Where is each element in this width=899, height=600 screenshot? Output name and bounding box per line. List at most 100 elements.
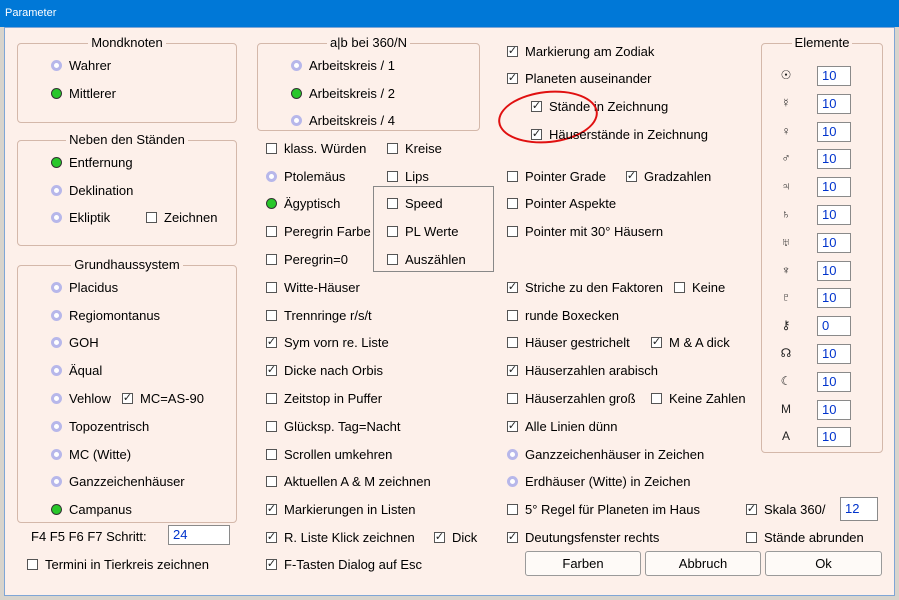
- radio-topozentrisch[interactable]: Topozentrisch: [51, 417, 149, 435]
- radio-aqual[interactable]: Äqual: [51, 361, 102, 379]
- elemente-input[interactable]: 10: [817, 149, 851, 170]
- skala-input[interactable]: 12: [840, 497, 878, 521]
- checkbox-5-regel[interactable]: 5° Regel für Planeten im Haus: [507, 500, 700, 518]
- checkbox-glucksp[interactable]: Glücksp. Tag=Nacht: [266, 417, 400, 435]
- elemente-input[interactable]: 10: [817, 93, 851, 114]
- elemente-input[interactable]: 10: [817, 260, 851, 281]
- radio-wahrer[interactable]: Wahrer: [51, 56, 111, 74]
- checkbox-speed[interactable]: Speed: [387, 194, 443, 212]
- label: klass. Würden: [284, 140, 367, 156]
- elemente-input[interactable]: 0: [817, 316, 851, 337]
- checkbox-icon: [387, 170, 398, 182]
- checkbox-keine[interactable]: Keine: [674, 278, 725, 296]
- checkbox-icon: ✓: [266, 530, 277, 543]
- radio-arbeitskreis-1[interactable]: Arbeitskreis / 1: [291, 56, 395, 74]
- checkbox-striche[interactable]: ✓ Striche zu den Faktoren: [507, 278, 663, 296]
- radio-agyptisch[interactable]: Ägyptisch: [266, 194, 340, 212]
- checkbox-icon: [387, 253, 398, 265]
- checkbox-zeitstop[interactable]: Zeitstop in Puffer: [266, 389, 382, 407]
- checkbox-skala[interactable]: ✓ Skala 360/: [746, 500, 825, 518]
- title-bar: Parameter: [0, 0, 899, 27]
- checkbox-icon: [507, 503, 518, 515]
- elemente-input[interactable]: 10: [817, 177, 851, 198]
- abbruch-button[interactable]: Abbruch: [645, 551, 761, 576]
- checkbox-icon: [507, 336, 518, 348]
- radio-ptolemaus[interactable]: Ptolemäus: [266, 167, 345, 185]
- checkbox-witte-hauser[interactable]: Witte-Häuser: [266, 278, 360, 296]
- elemente-input[interactable]: 10: [817, 288, 851, 309]
- checkbox-dick[interactable]: ✓ Dick: [434, 528, 477, 546]
- checkbox-alle-linien[interactable]: ✓ Alle Linien dünn: [507, 417, 618, 435]
- radio-ekliptik[interactable]: Ekliptik: [51, 208, 110, 226]
- checkbox-runde-boxecken[interactable]: runde Boxecken: [507, 306, 619, 324]
- checkbox-deutungsfenster[interactable]: ✓ Deutungsfenster rechts: [507, 528, 659, 546]
- radio-goh[interactable]: GOH: [51, 333, 99, 351]
- radio-mittlerer[interactable]: Mittlerer: [51, 84, 116, 102]
- checkbox-pointer-aspekte[interactable]: Pointer Aspekte: [507, 194, 616, 212]
- radio-mc-witte[interactable]: MC (Witte): [51, 445, 131, 463]
- moon-icon: ☾: [780, 373, 792, 388]
- checkbox-stande-abrunden[interactable]: Stände abrunden: [746, 528, 864, 546]
- checkbox-aktuellen[interactable]: Aktuellen A & M zeichnen: [266, 472, 431, 490]
- sun-icon: ☉: [780, 68, 792, 82]
- checkbox-sym-vorn[interactable]: ✓ Sym vorn re. Liste: [266, 333, 389, 351]
- elemente-input[interactable]: 10: [817, 344, 851, 364]
- checkbox-peregrin-farbe[interactable]: Peregrin Farbe: [266, 222, 371, 240]
- checkbox-kreise[interactable]: Kreise: [387, 139, 442, 157]
- checkbox-planeten-auseinander[interactable]: ✓ Planeten auseinander: [507, 69, 652, 87]
- ok-button[interactable]: Ok: [765, 551, 882, 576]
- checkbox-peregrin0[interactable]: Peregrin=0: [266, 250, 348, 268]
- schritt-input[interactable]: 24: [168, 525, 230, 545]
- elemente-input[interactable]: 10: [817, 232, 851, 253]
- radio-placidus[interactable]: Placidus: [51, 278, 118, 296]
- checkbox-hauserzahlen-gross[interactable]: Häuserzahlen groß: [507, 389, 636, 407]
- checkbox-pl-werte[interactable]: PL Werte: [387, 222, 458, 240]
- radio-ganzzeichen-zeichen[interactable]: Ganzzeichenhäuser in Zeichen: [507, 445, 704, 463]
- elemente-input[interactable]: 10: [817, 399, 851, 420]
- radio-arbeitskreis-2[interactable]: Arbeitskreis / 2: [291, 84, 395, 102]
- radio-icon: [51, 475, 62, 487]
- radio-regiomontanus[interactable]: Regiomontanus: [51, 306, 160, 324]
- label: MC (Witte): [69, 446, 132, 462]
- checkbox-termini[interactable]: Termini in Tierkreis zeichnen: [27, 555, 209, 573]
- checkbox-r-liste[interactable]: ✓ R. Liste Klick zeichnen: [266, 528, 415, 546]
- checkbox-icon: [266, 142, 277, 154]
- label: Häuserzahlen groß: [525, 390, 636, 406]
- checkbox-hauserstande[interactable]: ✓ Häuserstände in Zeichnung: [531, 125, 708, 143]
- radio-campanus[interactable]: Campanus: [51, 500, 132, 518]
- elemente-input[interactable]: 10: [817, 427, 851, 448]
- checkbox-pointer-30[interactable]: Pointer mit 30° Häusern: [507, 222, 663, 240]
- radio-entfernung[interactable]: Entfernung: [51, 153, 133, 171]
- elemente-input[interactable]: 10: [817, 121, 851, 142]
- label: Lips: [405, 168, 429, 184]
- checkbox-auszahlen[interactable]: Auszählen: [387, 250, 466, 268]
- radio-deklination[interactable]: Deklination: [51, 181, 133, 199]
- checkbox-hauser-gestrichelt[interactable]: Häuser gestrichelt: [507, 333, 630, 351]
- elemente-input[interactable]: 10: [817, 205, 851, 225]
- label: Skala 360/: [764, 501, 826, 517]
- checkbox-f-tasten[interactable]: ✓ F-Tasten Dialog auf Esc: [266, 555, 422, 573]
- radio-erdhauser[interactable]: Erdhäuser (Witte) in Zeichen: [507, 472, 690, 490]
- checkbox-markierung-zodiak[interactable]: ✓ Markierung am Zodiak: [507, 42, 654, 60]
- group-title: Mondknoten: [88, 35, 166, 50]
- checkbox-lips[interactable]: Lips: [387, 167, 429, 185]
- radio-ganzzeichenhauser[interactable]: Ganzzeichenhäuser: [51, 472, 185, 490]
- radio-arbeitskreis-4[interactable]: Arbeitskreis / 4: [291, 111, 395, 129]
- checkbox-pointer-grade[interactable]: Pointer Grade: [507, 167, 606, 185]
- checkbox-icon: ✓: [507, 419, 518, 432]
- radio-vehlow[interactable]: Vehlow: [51, 389, 111, 407]
- checkbox-keine-zahlen[interactable]: Keine Zahlen: [651, 389, 746, 407]
- checkbox-hauserzahlen-arabisch[interactable]: ✓ Häuserzahlen arabisch: [507, 361, 658, 379]
- farben-button[interactable]: Farben: [525, 551, 641, 576]
- elemente-input[interactable]: 10: [817, 371, 851, 392]
- checkbox-scrollen[interactable]: Scrollen umkehren: [266, 445, 392, 463]
- checkbox-gradzahlen[interactable]: ✓ Gradzahlen: [626, 167, 711, 185]
- checkbox-ma-dick[interactable]: ✓ M & A dick: [651, 333, 730, 351]
- checkbox-zeichnen[interactable]: Zeichnen: [146, 208, 217, 226]
- checkbox-markierungen[interactable]: ✓ Markierungen in Listen: [266, 500, 416, 518]
- checkbox-trennringe[interactable]: Trennringe r/s/t: [266, 306, 372, 324]
- checkbox-klass-wurden[interactable]: klass. Würden: [266, 139, 366, 157]
- checkbox-dicke-orbis[interactable]: ✓ Dicke nach Orbis: [266, 361, 383, 379]
- checkbox-mc-as[interactable]: ✓ MC=AS-90: [122, 389, 204, 407]
- elemente-input[interactable]: 10: [817, 66, 851, 86]
